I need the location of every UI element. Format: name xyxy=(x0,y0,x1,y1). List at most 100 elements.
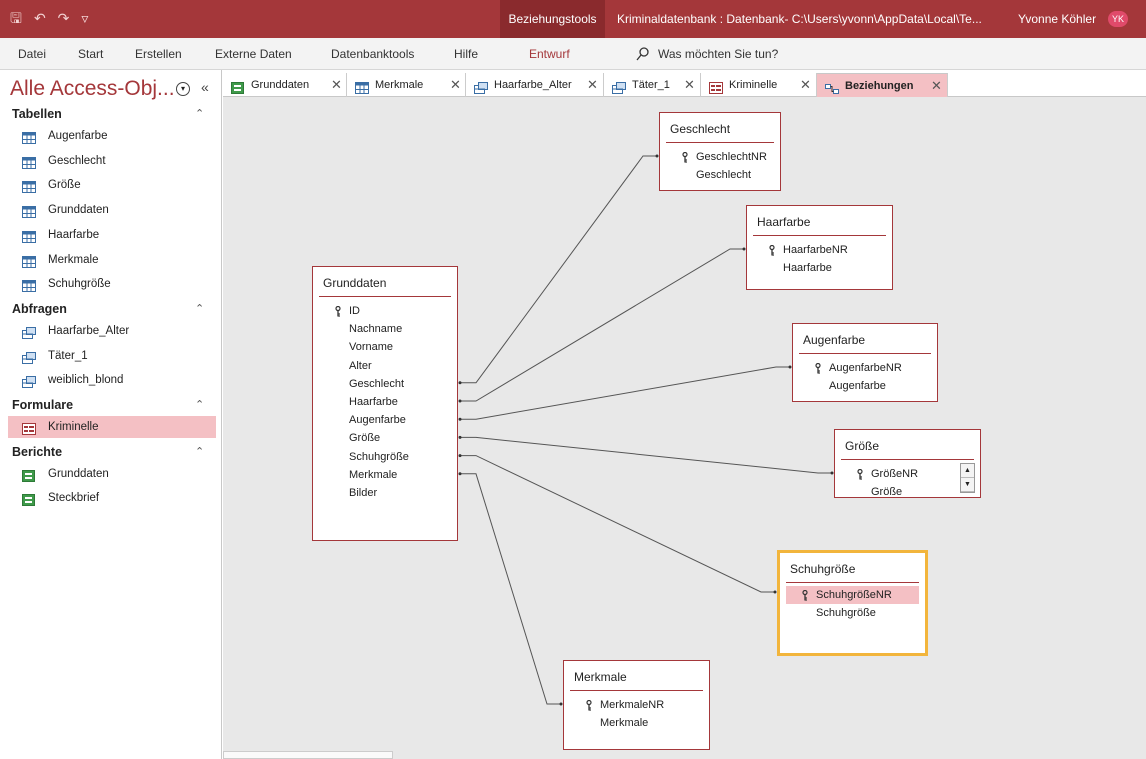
field-id[interactable]: ID xyxy=(319,302,451,320)
tab-merkmale[interactable]: Merkmale ✕ xyxy=(347,73,466,97)
tab-grunddaten[interactable]: Grunddaten ✕ xyxy=(223,73,347,97)
field-haarfarbenr[interactable]: HaarfarbeNR xyxy=(753,241,886,259)
field-augenfarbe[interactable]: Augenfarbe xyxy=(319,411,451,429)
relationship-line-groesse[interactable] xyxy=(460,436,832,474)
field-geschlecht[interactable]: Geschlecht xyxy=(666,166,774,184)
nav-item-grunddaten[interactable]: Grunddaten xyxy=(8,463,216,485)
table-schuhgroesse[interactable]: Schuhgröße SchuhgrößeNR Schuhgröße xyxy=(777,550,928,656)
nav-item-haarfarbe[interactable]: Haarfarbe xyxy=(8,224,216,246)
field-geschlechtnr[interactable]: GeschlechtNR xyxy=(666,148,774,166)
nav-item-augenfarbe[interactable]: Augenfarbe xyxy=(8,125,216,147)
field-schuhgroessenr[interactable]: SchuhgrößeNR xyxy=(786,586,919,604)
scroll-down-icon[interactable]: ▼ xyxy=(961,478,974,492)
nav-group-formulare[interactable]: Formulare ⌃ xyxy=(12,398,212,418)
field-nachname[interactable]: Nachname xyxy=(319,320,451,338)
relationship-line-haarfarbe[interactable] xyxy=(460,248,744,402)
menu-start[interactable]: Start xyxy=(78,38,103,70)
table-title[interactable]: Größe xyxy=(845,439,879,453)
field-vorname[interactable]: Vorname xyxy=(319,338,451,356)
menu-entwurf[interactable]: Entwurf xyxy=(529,38,570,70)
nav-group-abfragen[interactable]: Abfragen ⌃ xyxy=(12,302,212,322)
redo-icon[interactable]: ↷ xyxy=(58,10,70,26)
close-tab-icon[interactable]: ✕ xyxy=(684,73,695,97)
menu-datei[interactable]: Datei xyxy=(18,38,46,70)
nav-item-kriminelle[interactable]: Kriminelle xyxy=(8,416,216,438)
nav-item-steckbrief[interactable]: Steckbrief xyxy=(8,487,216,509)
table-title[interactable]: Grunddaten xyxy=(323,276,386,290)
relationship-line-schuhgroesse[interactable] xyxy=(460,455,775,593)
menu-erstellen[interactable]: Erstellen xyxy=(135,38,182,70)
close-tab-icon[interactable]: ✕ xyxy=(587,73,598,97)
table-title[interactable]: Schuhgröße xyxy=(790,562,855,576)
avatar[interactable]: YK xyxy=(1108,11,1128,27)
field-groesse[interactable]: Größe xyxy=(841,483,974,501)
nav-pane-menu-icon[interactable]: ▾ xyxy=(176,82,190,96)
relationship-line-merkmale[interactable] xyxy=(460,473,561,705)
nav-item-haarfarbe-alter[interactable]: Haarfarbe_Alter xyxy=(8,320,216,342)
field-schuhgroesse[interactable]: Schuhgröße xyxy=(319,448,451,466)
field-augenfarbe[interactable]: Augenfarbe xyxy=(799,377,931,395)
field-merkmalenr[interactable]: MerkmaleNR xyxy=(570,696,703,714)
table-title-divider xyxy=(319,296,451,297)
field-geschlecht[interactable]: Geschlecht xyxy=(319,375,451,393)
collapse-pane-icon[interactable]: « xyxy=(201,79,209,95)
scroll-up-icon[interactable]: ▲ xyxy=(961,464,974,478)
nav-item-taeter-1[interactable]: Täter_1 xyxy=(8,345,216,367)
nav-item-label: Haarfarbe xyxy=(48,228,100,241)
field-groessenr[interactable]: GrößeNR xyxy=(841,465,974,483)
tab-kriminelle[interactable]: Kriminelle ✕ xyxy=(701,73,817,97)
tab-haarfarbe-alter[interactable]: Haarfarbe_Alter ✕ xyxy=(466,73,604,97)
field-haarfarbe[interactable]: Haarfarbe xyxy=(319,393,451,411)
field-alter[interactable]: Alter xyxy=(319,357,451,375)
table-title[interactable]: Haarfarbe xyxy=(757,215,810,229)
field-schuhgroesse[interactable]: Schuhgröße xyxy=(786,604,919,622)
nav-group-berichte[interactable]: Berichte ⌃ xyxy=(12,445,212,465)
nav-item-weiblich-blond[interactable]: weiblich_blond xyxy=(8,369,216,391)
nav-pane-title[interactable]: Alle Access-Obj... xyxy=(10,77,175,101)
field-merkmale[interactable]: Merkmale xyxy=(319,466,451,484)
table-haarfarbe[interactable]: Haarfarbe HaarfarbeNR Haarfarbe xyxy=(746,205,893,290)
tab-label: Kriminelle xyxy=(729,79,778,91)
close-tab-icon[interactable]: ✕ xyxy=(331,73,342,97)
table-grunddaten[interactable]: Grunddaten ID Nachname Vorname Alter Geschlec… xyxy=(312,266,458,541)
field-list-scrollbar[interactable]: ▲ ▼ xyxy=(960,463,975,493)
horizontal-scrollbar[interactable] xyxy=(223,751,393,759)
table-groesse[interactable]: Größe GrößeNR Größe ▲ ▼ xyxy=(834,429,981,498)
close-tab-icon[interactable]: ✕ xyxy=(450,73,461,97)
table-geschlecht[interactable]: Geschlecht GeschlechtNR Geschlecht xyxy=(659,112,781,191)
user-name[interactable]: Yvonne Köhler xyxy=(1018,0,1096,38)
nav-item-grunddaten[interactable]: Grunddaten xyxy=(8,199,216,221)
relationships-canvas[interactable]: Grunddaten ID Nachname Vorname Alter Geschlec… xyxy=(223,97,1146,759)
menu-hilfe[interactable]: Hilfe xyxy=(454,38,478,70)
nav-item-merkmale[interactable]: Merkmale xyxy=(8,249,216,271)
relationship-line-augenfarbe[interactable] xyxy=(460,366,790,420)
menu-externe-daten[interactable]: Externe Daten xyxy=(215,38,292,70)
collapse-group-icon[interactable]: ⌃ xyxy=(195,398,204,411)
relationship-line-geschlecht[interactable] xyxy=(460,155,657,384)
close-tab-icon[interactable]: ✕ xyxy=(800,73,811,97)
nav-group-tabellen[interactable]: Tabellen ⌃ xyxy=(12,107,212,127)
collapse-group-icon[interactable]: ⌃ xyxy=(195,445,204,458)
table-augenfarbe[interactable]: Augenfarbe AugenfarbeNR Augenfarbe xyxy=(792,323,938,402)
save-icon[interactable]: 🖫 xyxy=(10,10,22,26)
undo-icon[interactable]: ↶ xyxy=(34,10,46,26)
field-augenfarbenr[interactable]: AugenfarbeNR xyxy=(799,359,931,377)
field-haarfarbe[interactable]: Haarfarbe xyxy=(753,259,886,277)
field-bilder[interactable]: Bilder xyxy=(319,484,451,502)
table-title[interactable]: Geschlecht xyxy=(670,122,730,136)
tab-beziehungen[interactable]: Beziehungen ✕ xyxy=(817,73,948,97)
nav-item-geschlecht[interactable]: Geschlecht xyxy=(8,150,216,172)
table-merkmale[interactable]: Merkmale MerkmaleNR Merkmale xyxy=(563,660,710,750)
table-title[interactable]: Merkmale xyxy=(574,670,627,684)
nav-item-groesse[interactable]: Größe xyxy=(8,174,216,196)
nav-item-schuhgroesse[interactable]: Schuhgröße xyxy=(8,273,216,295)
collapse-group-icon[interactable]: ⌃ xyxy=(195,107,204,120)
close-tab-icon[interactable]: ✕ xyxy=(931,74,942,98)
customize-toolbar-icon[interactable]: ▿ xyxy=(81,10,88,26)
table-title[interactable]: Augenfarbe xyxy=(803,333,865,347)
menu-datenbanktools[interactable]: Datenbanktools xyxy=(331,38,414,70)
field-groesse[interactable]: Größe xyxy=(319,429,451,447)
field-merkmale[interactable]: Merkmale xyxy=(570,714,703,732)
tab-taeter-1[interactable]: Täter_1 ✕ xyxy=(604,73,701,97)
collapse-group-icon[interactable]: ⌃ xyxy=(195,302,204,315)
